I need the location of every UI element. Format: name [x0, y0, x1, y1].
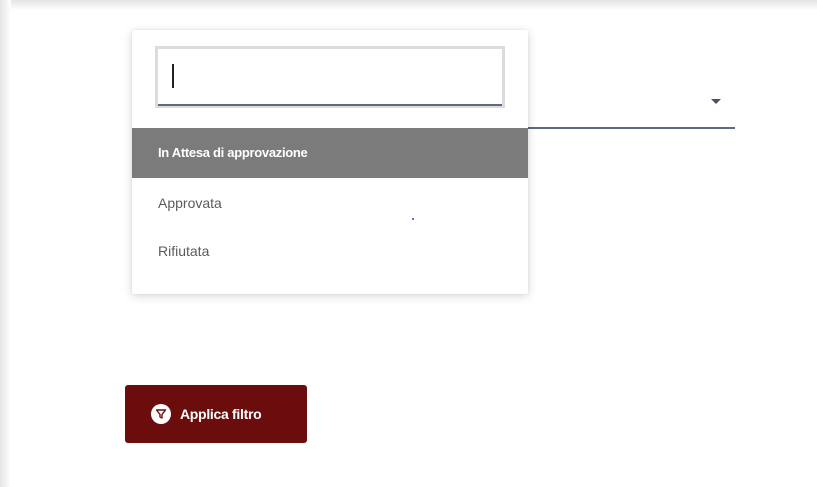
option-rifiutata[interactable]: Rifiutata [132, 226, 528, 276]
apply-filter-label: Applica filtro [180, 406, 262, 422]
dropdown-search-input[interactable] [158, 49, 502, 106]
dropdown-search-box [155, 46, 505, 108]
apply-filter-button[interactable]: Applica filtro [125, 385, 307, 443]
filter-icon [151, 404, 171, 424]
page: In Attesa di approvazione Approvata Rifi… [0, 0, 817, 487]
mouse-pointer-dot [412, 218, 414, 220]
option-approvata[interactable]: Approvata [132, 178, 528, 228]
top-shadow-edge [0, 0, 817, 10]
option-in-attesa[interactable]: In Attesa di approvazione [132, 128, 528, 178]
text-cursor [172, 64, 174, 88]
status-dropdown-panel: In Attesa di approvazione Approvata Rifi… [132, 30, 528, 294]
left-shadow-edge [0, 0, 11, 487]
chevron-down-icon[interactable] [711, 99, 721, 104]
